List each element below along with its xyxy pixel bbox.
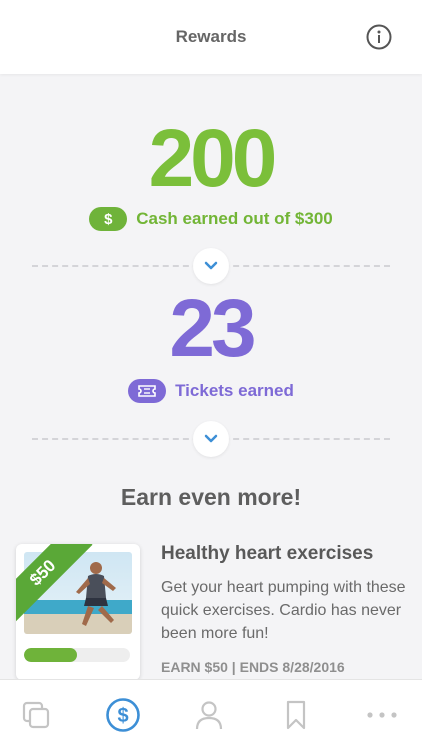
tickets-amount: 23 bbox=[169, 283, 256, 374]
offer-progress bbox=[24, 648, 130, 662]
offer-progress-fill bbox=[24, 648, 77, 662]
ticket-icon bbox=[128, 379, 167, 403]
chevron-down-icon[interactable] bbox=[193, 421, 229, 457]
tab-more[interactable] bbox=[360, 693, 404, 737]
svg-text:$: $ bbox=[117, 705, 128, 727]
tab-profile[interactable] bbox=[187, 693, 231, 737]
cash-label-row: $ Cash earned out of $300 bbox=[0, 207, 422, 231]
section-title: Earn even more! bbox=[120, 484, 302, 510]
header: Rewards bbox=[0, 0, 422, 74]
cash-label: Cash earned out of $300 bbox=[136, 209, 333, 228]
offer-meta: EARN $50 | ENDS 8/28/2016 bbox=[161, 659, 345, 675]
cash-amount: 200 bbox=[148, 113, 278, 204]
more-icon bbox=[367, 712, 397, 718]
chevron-down-icon[interactable] bbox=[193, 248, 229, 284]
copy-icon bbox=[22, 701, 50, 729]
offer-description: Get your heart pumping with these quick … bbox=[161, 579, 406, 642]
tab-bookmarks[interactable] bbox=[274, 693, 318, 737]
person-icon bbox=[195, 701, 223, 730]
tickets-label-row: Tickets earned bbox=[0, 379, 422, 403]
tab-rewards[interactable]: $ bbox=[101, 693, 145, 737]
page-title: Rewards bbox=[175, 27, 247, 46]
tab-bar: $ bbox=[0, 679, 422, 750]
dollar-circle-icon: $ bbox=[105, 698, 140, 732]
info-icon[interactable] bbox=[366, 24, 392, 50]
bookmark-icon bbox=[286, 700, 305, 730]
offer-title[interactable]: Healthy heart exercises bbox=[161, 543, 373, 565]
offer-card[interactable]: $50 bbox=[16, 544, 140, 680]
tickets-label: Tickets earned bbox=[175, 381, 294, 400]
tab-copy[interactable] bbox=[14, 693, 58, 737]
dollar-icon: $ bbox=[89, 207, 128, 231]
